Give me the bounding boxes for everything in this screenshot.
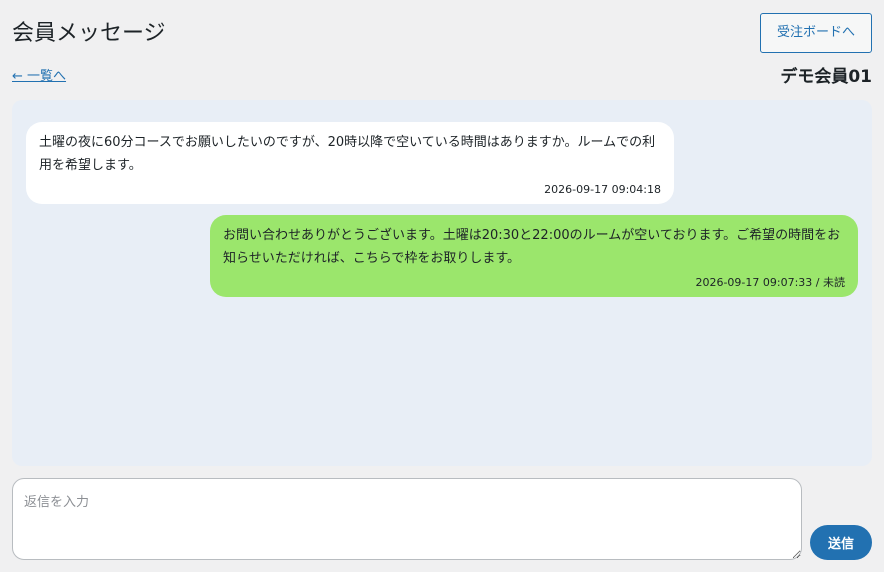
message-timestamp: 2026-09-17 09:04:18 — [544, 183, 661, 196]
send-button[interactable]: 送信 — [810, 525, 872, 560]
member-name: デモ会員01 — [780, 67, 872, 87]
order-board-button[interactable]: 受注ボードへ — [760, 13, 872, 53]
member-message-page: 会員メッセージ 受注ボードへ ← 一覧へ デモ会員01 土曜の夜に60分コースで… — [0, 0, 884, 572]
message-bubble-incoming: 土曜の夜に60分コースでお願いしたいのですが、20時以降で空いている時間はありま… — [26, 122, 674, 204]
message-bubble-outgoing: お問い合わせありがとうございます。土曜は20:30と22:00のルームが空いてお… — [210, 215, 858, 297]
message-timestamp-read-status: 2026-09-17 09:07:33 / 未読 — [695, 276, 845, 289]
message-thread[interactable]: 土曜の夜に60分コースでお願いしたいのですが、20時以降で空いている時間はありま… — [12, 100, 872, 466]
back-to-list-link[interactable]: ← 一覧へ — [12, 68, 66, 86]
message-text: 土曜の夜に60分コースでお願いしたいのですが、20時以降で空いている時間はありま… — [39, 135, 656, 173]
page-title: 会員メッセージ — [12, 21, 166, 46]
reply-input[interactable] — [12, 478, 802, 560]
message-text: お問い合わせありがとうございます。土曜は20:30と22:00のルームが空いてお… — [223, 228, 841, 266]
